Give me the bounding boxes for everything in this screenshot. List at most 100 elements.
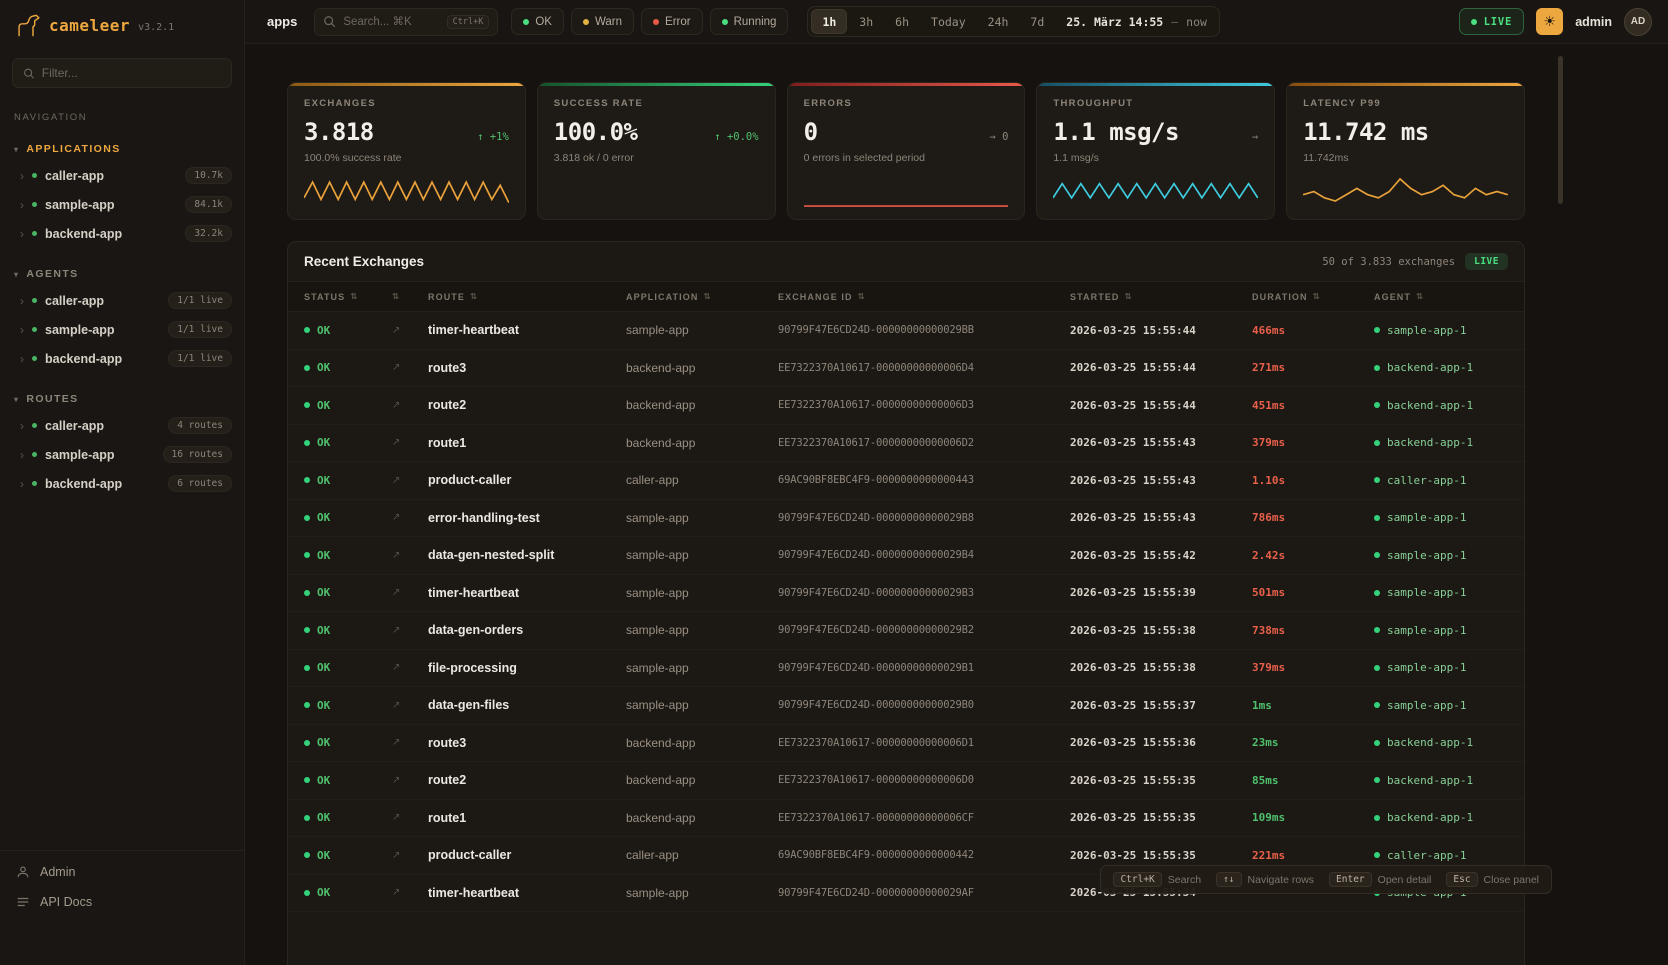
- cell-agent: backend-app-1: [1374, 736, 1508, 749]
- scrollbar-thumb[interactable]: [1558, 56, 1563, 204]
- table-row[interactable]: OK↗data-gen-orderssample-app90799F47E6CD…: [288, 612, 1524, 650]
- table-row[interactable]: OK↗timer-heartbeatsample-app90799F47E6CD…: [288, 312, 1524, 350]
- sidebar-section-routes: ▾ROUTES›caller-app4 routes›sample-app16 …: [0, 389, 244, 498]
- table-header: STATUS⇅⇅ROUTE⇅APPLICATION⇅EXCHANGE ID⇅ST…: [288, 282, 1524, 312]
- exchange-count: 50 of 3.833 exchanges: [1322, 256, 1455, 268]
- status-filter-ok[interactable]: OK: [511, 8, 564, 35]
- table-row[interactable]: OK↗route2backend-appEE7322370A10617-0000…: [288, 762, 1524, 800]
- status-filter-warn[interactable]: Warn: [571, 8, 634, 35]
- table-row[interactable]: OK↗data-gen-nested-splitsample-app90799F…: [288, 537, 1524, 575]
- sidebar-item-agents-backend-app[interactable]: ›backend-app1/1 live: [0, 344, 244, 373]
- cell-exchange-id: 90799F47E6CD24D-00000000000029B0: [778, 699, 1070, 711]
- table-row[interactable]: OK↗data-gen-filessample-app90799F47E6CD2…: [288, 687, 1524, 725]
- row-trend-icon: ↗: [392, 737, 428, 748]
- sidebar-item-routes-backend-app[interactable]: ›backend-app6 routes: [0, 469, 244, 498]
- status-filter-error[interactable]: Error: [641, 8, 703, 35]
- cell-status: OK: [304, 474, 392, 487]
- table-row[interactable]: OK↗route1backend-appEE7322370A10617-0000…: [288, 425, 1524, 463]
- sidebar-section-title[interactable]: ▾ROUTES: [0, 389, 244, 411]
- time-range-3h[interactable]: 3h: [849, 9, 883, 34]
- live-label: LIVE: [1484, 16, 1513, 28]
- column-header-exchange-id[interactable]: EXCHANGE ID⇅: [778, 291, 1070, 302]
- stat-card-exchanges[interactable]: EXCHANGES3.818↑ +1%100.0% success rate: [287, 82, 526, 220]
- stat-card-throughput[interactable]: THROUGHPUT1.1 msg/s→1.1 msg/s: [1036, 82, 1275, 220]
- sort-icon: ⇅: [703, 291, 711, 302]
- stat-card-success-rate[interactable]: SUCCESS RATE100.0%↑ +0.0%3.818 ok / 0 er…: [537, 82, 776, 220]
- stat-accent-bar: [538, 83, 775, 86]
- stat-card-errors[interactable]: ERRORS0→ 00 errors in selected period: [787, 82, 1026, 220]
- status-dot-icon: [32, 327, 37, 332]
- chevron-right-icon: ›: [20, 324, 24, 336]
- chevron-right-icon: ›: [20, 449, 24, 461]
- hint-label: Search: [1168, 874, 1201, 886]
- sidebar-item-label: sample-app: [45, 198, 114, 212]
- cell-status: OK: [304, 624, 392, 637]
- sidebar-item-routes-caller-app[interactable]: ›caller-app4 routes: [0, 411, 244, 440]
- agent-label: backend-app-1: [1387, 811, 1473, 824]
- time-range-24h[interactable]: 24h: [978, 9, 1019, 34]
- chevron-right-icon: ›: [20, 199, 24, 211]
- table-row[interactable]: OK↗route1backend-appEE7322370A10617-0000…: [288, 800, 1524, 838]
- sidebar-item-applications-caller-app[interactable]: ›caller-app10.7k: [0, 161, 244, 190]
- live-indicator[interactable]: LIVE: [1459, 8, 1525, 35]
- row-trend-icon: ↗: [392, 700, 428, 711]
- sort-icon: ⇅: [470, 291, 478, 302]
- sidebar-section-title[interactable]: ▾APPLICATIONS: [0, 139, 244, 161]
- column-header-status[interactable]: STATUS⇅: [304, 291, 392, 302]
- time-range-today[interactable]: Today: [921, 9, 976, 34]
- sidebar-item-badge: 32.2k: [185, 225, 232, 242]
- column-header-expand[interactable]: ⇅: [392, 291, 428, 302]
- avatar[interactable]: AD: [1624, 8, 1652, 36]
- column-header-started[interactable]: STARTED⇅: [1070, 291, 1252, 302]
- sidebar-item-badge: 6 routes: [168, 475, 232, 492]
- status-filter-running[interactable]: Running: [710, 8, 789, 35]
- global-search-input[interactable]: [343, 16, 439, 28]
- stat-value-row: 11.742 ms: [1303, 118, 1508, 146]
- theme-toggle-button[interactable]: ☀: [1536, 8, 1563, 35]
- stat-value: 1.1 msg/s: [1053, 118, 1179, 146]
- table-row[interactable]: OK↗file-processingsample-app90799F47E6CD…: [288, 650, 1524, 688]
- sidebar-item-applications-backend-app[interactable]: ›backend-app32.2k: [0, 219, 244, 248]
- sidebar-item-badge: 1/1 live: [168, 292, 232, 309]
- sidebar-item-agents-caller-app[interactable]: ›caller-app1/1 live: [0, 286, 244, 315]
- table-row[interactable]: OK↗timer-heartbeatsample-app90799F47E6CD…: [288, 575, 1524, 613]
- column-header-agent[interactable]: AGENT⇅: [1374, 291, 1508, 302]
- keyboard-hint: Ctrl+KSearch: [1113, 872, 1201, 887]
- sidebar-section-title[interactable]: ▾AGENTS: [0, 264, 244, 286]
- chevron-right-icon: ›: [20, 353, 24, 365]
- sidebar-item-label: sample-app: [45, 323, 114, 337]
- chevron-down-icon: ▾: [14, 145, 19, 154]
- time-range-1h[interactable]: 1h: [811, 9, 847, 34]
- stat-value: 11.742 ms: [1303, 118, 1429, 146]
- column-header-application[interactable]: APPLICATION⇅: [626, 291, 778, 302]
- sidebar-item-applications-sample-app[interactable]: ›sample-app84.1k: [0, 190, 244, 219]
- table-row[interactable]: OK↗route3backend-appEE7322370A10617-0000…: [288, 725, 1524, 763]
- ok-dot-icon: [304, 890, 310, 896]
- table-row[interactable]: OK↗route2backend-appEE7322370A10617-0000…: [288, 387, 1524, 425]
- cell-agent: caller-app-1: [1374, 474, 1508, 487]
- time-range-6h[interactable]: 6h: [885, 9, 919, 34]
- sidebar-item-agents-sample-app[interactable]: ›sample-app1/1 live: [0, 315, 244, 344]
- sidebar-filter-input[interactable]: [42, 66, 221, 80]
- stat-accent-bar: [288, 83, 525, 86]
- table-row[interactable]: OK↗error-handling-testsample-app90799F47…: [288, 500, 1524, 538]
- ok-dot-icon: [304, 852, 310, 858]
- ok-dot-icon: [304, 590, 310, 596]
- sidebar-footer-label: API Docs: [40, 895, 92, 909]
- stat-card-latency-p99[interactable]: LATENCY P9911.742 ms11.742ms: [1286, 82, 1525, 220]
- agent-label: sample-app-1: [1387, 511, 1466, 524]
- stat-value: 3.818: [304, 118, 374, 146]
- cell-exchange-id: 90799F47E6CD24D-00000000000029BB: [778, 324, 1070, 336]
- date-range[interactable]: 25. März 14:55 — now: [1066, 15, 1207, 29]
- sidebar-item-routes-sample-app[interactable]: ›sample-app16 routes: [0, 440, 244, 469]
- agent-dot-icon: [1374, 515, 1380, 521]
- sidebar-footer-admin[interactable]: Admin: [16, 865, 228, 879]
- column-header-route[interactable]: ROUTE⇅: [428, 291, 626, 302]
- table-row[interactable]: OK↗route3backend-appEE7322370A10617-0000…: [288, 350, 1524, 388]
- cell-status: OK: [304, 511, 392, 524]
- column-header-duration[interactable]: DURATION⇅: [1252, 291, 1374, 302]
- time-range-7d[interactable]: 7d: [1020, 9, 1054, 34]
- sort-icon: ⇅: [1125, 291, 1133, 302]
- sidebar-footer-api-docs[interactable]: API Docs: [16, 895, 228, 909]
- table-row[interactable]: OK↗product-callercaller-app69AC90BF8EBC4…: [288, 462, 1524, 500]
